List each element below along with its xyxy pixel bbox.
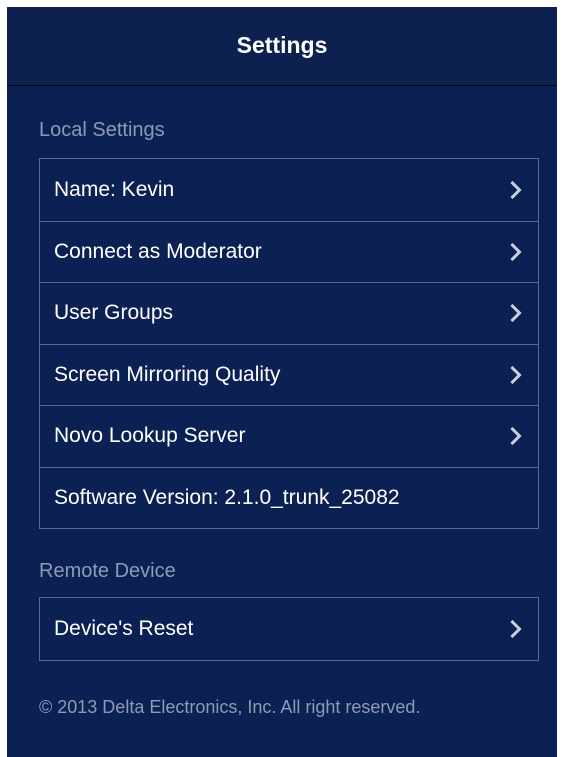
settings-row-device-reset[interactable]: Device's Reset xyxy=(40,598,538,660)
chevron-right-icon xyxy=(508,426,524,446)
section-header-local-settings: Local Settings xyxy=(39,119,165,141)
navigation-bar: Settings xyxy=(7,7,557,86)
chevron-right-icon xyxy=(508,365,524,385)
software-version-label: Software Version: 2.1.0_trunk_25082 xyxy=(54,485,400,509)
settings-row-user-groups[interactable]: User Groups xyxy=(40,282,538,344)
remote-device-group: Device's Reset xyxy=(39,597,539,661)
page-title: Settings xyxy=(236,31,328,58)
row-label: Name: Kevin xyxy=(54,177,175,201)
chevron-right-icon xyxy=(508,303,524,323)
chevron-right-icon xyxy=(508,242,524,262)
settings-row-name[interactable]: Name: Kevin xyxy=(40,159,538,221)
settings-row-software-version: Software Version: 2.1.0_trunk_25082 xyxy=(40,466,538,529)
copyright-footer: © 2013 Delta Electronics, Inc. All right… xyxy=(39,696,421,717)
row-label: Device's Reset xyxy=(54,616,194,640)
section-header-remote-device: Remote Device xyxy=(39,560,176,582)
row-label: Novo Lookup Server xyxy=(54,424,246,448)
chevron-right-icon xyxy=(508,619,524,639)
settings-screen: Settings Local Settings Name: Kevin Conn… xyxy=(7,7,557,757)
local-settings-group: Name: Kevin Connect as Moderator User Gr… xyxy=(39,158,539,529)
settings-row-screen-mirroring-quality[interactable]: Screen Mirroring Quality xyxy=(40,343,538,406)
settings-row-novo-lookup-server[interactable]: Novo Lookup Server xyxy=(40,405,538,467)
settings-row-connect-as-moderator[interactable]: Connect as Moderator xyxy=(40,220,538,283)
row-label: Screen Mirroring Quality xyxy=(54,362,281,386)
chevron-right-icon xyxy=(508,180,524,200)
row-label: Connect as Moderator xyxy=(54,239,262,263)
row-label: User Groups xyxy=(54,301,174,325)
